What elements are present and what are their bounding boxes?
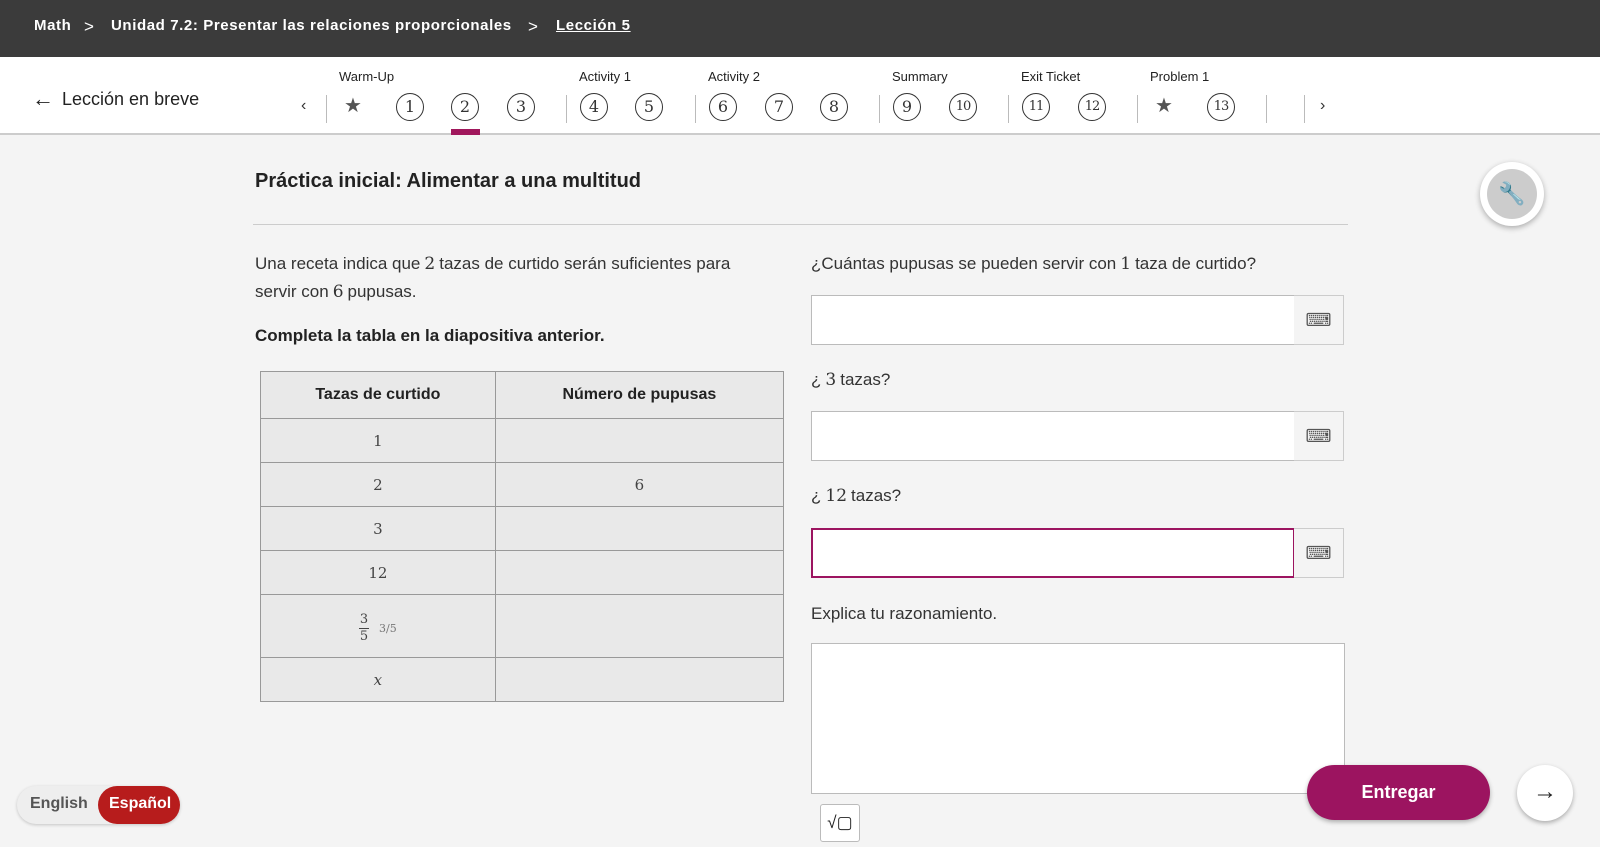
page-2[interactable]: 2 (451, 93, 479, 121)
answer-2-input[interactable] (811, 411, 1295, 461)
back-button[interactable]: ← Lección en breve (32, 85, 199, 111)
activity-title: Práctica inicial: Alimentar a una multit… (255, 170, 642, 192)
lang-espanol: Español (109, 795, 172, 812)
keyboard-icon[interactable]: ⌨ (1294, 411, 1344, 461)
instruction: Completa la tabla en la diapositiva ante… (255, 326, 605, 345)
page-1[interactable]: 1 (396, 93, 424, 121)
fraction-cell: 3 5 3/5 (260, 594, 496, 658)
answer-3-input[interactable] (811, 528, 1295, 578)
table-row: 1 (260, 418, 785, 463)
question-2: ¿ 3 tazas? (811, 370, 891, 390)
keyboard-icon[interactable]: ⌨ (1294, 528, 1344, 578)
divider (253, 224, 1348, 225)
group-label: Activity 1 (579, 69, 632, 84)
lang-espanol-button[interactable]: Español (98, 786, 180, 824)
table-row: 3 5 3/5 (260, 594, 785, 658)
group-label: Exit Ticket (1021, 69, 1081, 84)
divider (1137, 95, 1138, 123)
table-header: Tazas de curtido (260, 371, 496, 419)
submit-button[interactable]: Entregar (1307, 765, 1490, 820)
group-label: Activity 2 (708, 69, 761, 84)
problem-text: Una receta indica que 2 tazas de curtido s… (255, 254, 731, 302)
breadcrumb-bar: Math > Unidad 7.2: Presentar las relacio… (0, 0, 1600, 57)
language-toggle: English Español (17, 786, 180, 824)
page-8[interactable]: 8 (820, 93, 848, 121)
table-row: 3 (260, 506, 785, 551)
lesson-nav: ← Lección en breve ‹ Warm-Up ★ 1 2 3 Acti… (0, 57, 1600, 135)
chevron-right-icon: > (84, 17, 95, 36)
star-icon[interactable]: ★ (344, 93, 362, 118)
divider (879, 95, 880, 123)
question-1: ¿Cuántas pupusas se pueden servir con 1 ta… (811, 254, 1257, 274)
stacked-fraction: 35 (359, 611, 369, 644)
square-root-icon: √▢ (827, 813, 853, 832)
page-4[interactable]: 4 (580, 93, 608, 121)
tools-button[interactable]: 🔧 (1480, 162, 1544, 226)
divider (1304, 95, 1305, 123)
page-10[interactable]: 10 (949, 93, 977, 121)
page-11[interactable]: 11 (1022, 93, 1050, 121)
breadcrumb-unit[interactable]: Unidad 7.2: Presentar las relaciones pro… (111, 17, 512, 34)
lang-english[interactable]: English (30, 795, 88, 813)
explain-label: Explica tu razonamiento. (811, 604, 998, 623)
breadcrumb-math[interactable]: Math (34, 17, 71, 34)
math-input-button[interactable]: √▢ (820, 804, 860, 842)
divider (566, 95, 567, 123)
next-page-button[interactable]: › (1320, 97, 1325, 115)
table-row: 12 (260, 550, 785, 595)
fraction-text: 3/5 (379, 621, 397, 635)
divider (326, 95, 327, 123)
group-label: Warm-Up (339, 69, 395, 84)
table-row: 26 (260, 462, 785, 507)
page-12[interactable]: 12 (1078, 93, 1106, 121)
star-icon[interactable]: ★ (1155, 93, 1173, 118)
page-5[interactable]: 5 (635, 93, 663, 121)
arrow-left-icon: ← (32, 86, 54, 111)
page-6[interactable]: 6 (709, 93, 737, 121)
page-9[interactable]: 9 (893, 93, 921, 121)
next-button[interactable]: → (1517, 765, 1573, 821)
wrench-icon: 🔧 (1487, 169, 1537, 219)
prev-page-button[interactable]: ‹ (301, 97, 306, 115)
keyboard-icon[interactable]: ⌨ (1294, 295, 1344, 345)
breadcrumb-lesson[interactable]: Lección 5 (556, 17, 631, 34)
back-label: Lección en breve (62, 89, 200, 109)
answer-1-input[interactable] (811, 295, 1295, 345)
selected-indicator (451, 129, 480, 135)
divider (695, 95, 696, 123)
data-table: Tazas de curtido Número de pupusas 1 26 3… (260, 371, 785, 702)
arrow-right-icon: → (1533, 778, 1557, 805)
divider (1266, 95, 1267, 123)
page-7[interactable]: 7 (765, 93, 793, 121)
group-label: Summary (892, 69, 948, 84)
group-label: Problem 1 (1150, 69, 1210, 84)
page-3[interactable]: 3 (507, 93, 535, 121)
explanation-textarea[interactable] (811, 643, 1345, 794)
page-13[interactable]: 13 (1207, 93, 1235, 121)
chevron-right-icon: > (528, 17, 539, 36)
table-row: x (260, 657, 785, 702)
table-header: Número de pupusas (494, 371, 785, 419)
question-3: ¿ 12 tazas? (811, 486, 902, 506)
divider (1008, 95, 1009, 123)
